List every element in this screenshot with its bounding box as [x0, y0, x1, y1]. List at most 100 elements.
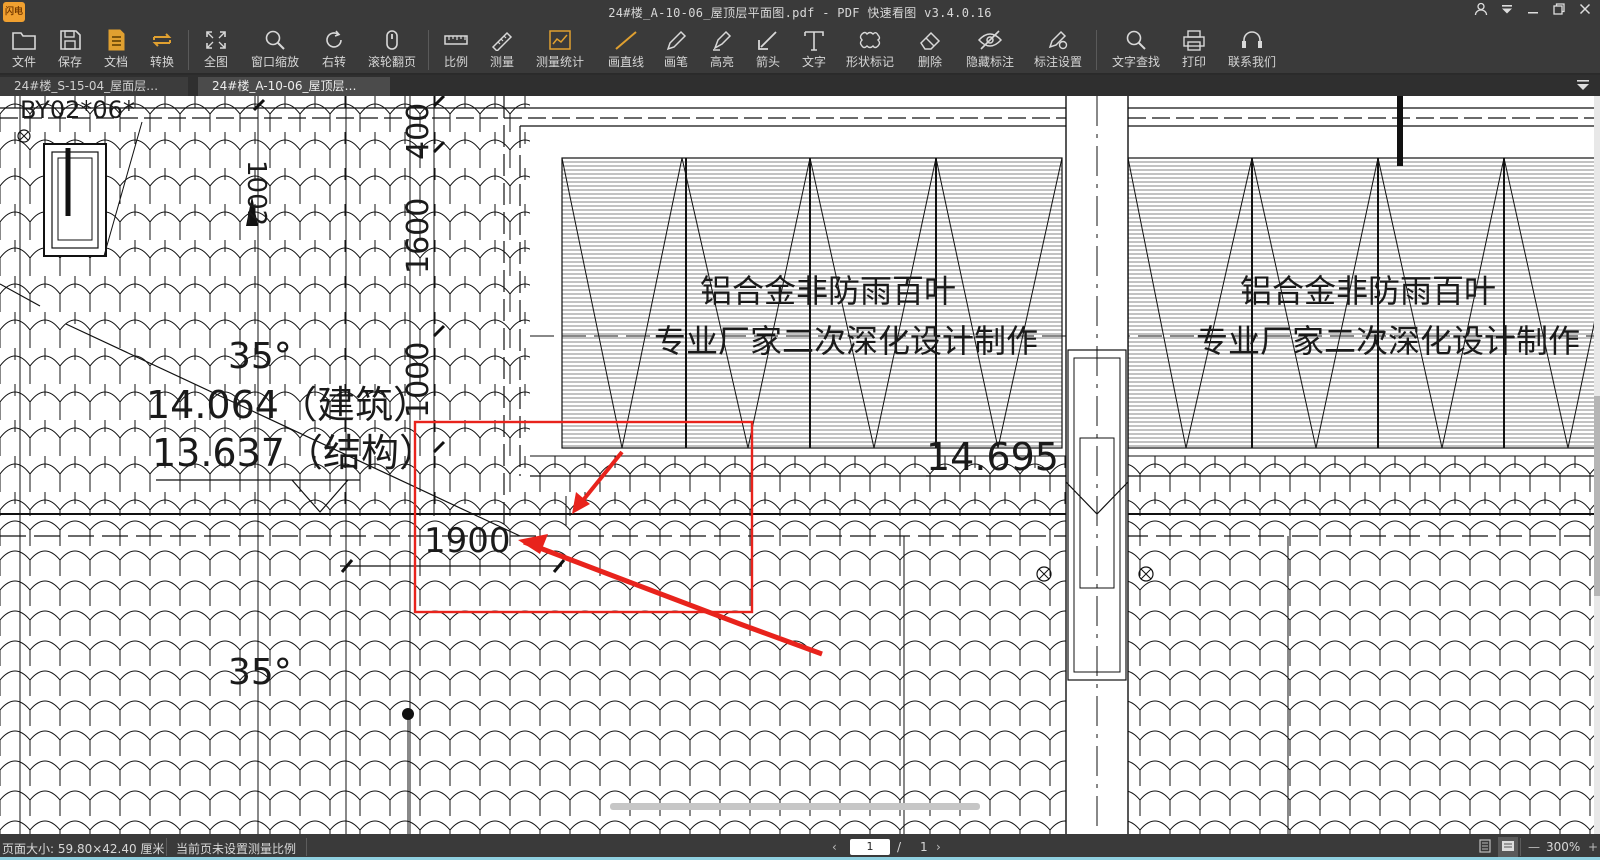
wheel-page-button[interactable]: 滚轮翻页	[364, 27, 420, 73]
file-button[interactable]: 文件	[6, 27, 42, 73]
page-separator: /	[897, 840, 902, 854]
tab-label: 24#楼_S-15-04_屋面层…	[14, 79, 159, 93]
dim-1000: 1000	[401, 342, 436, 418]
contact-us-button[interactable]: 联系我们	[1224, 27, 1280, 73]
zoom-window-label: 窗口缩放	[250, 55, 299, 69]
window-title: 24#楼_A-10-06_屋顶层平面图.pdf - PDF 快速看图 v3.4.…	[608, 6, 992, 20]
minimize-icon[interactable]	[1522, 2, 1544, 22]
dim-1600: 1600	[401, 198, 436, 274]
tab-label: 24#楼_A-10-06_屋顶层…	[212, 79, 357, 93]
file-label: 文件	[11, 55, 36, 69]
save-label: 保存	[57, 55, 82, 69]
tab-structural-roof[interactable]: 24#楼_S-15-04_屋面层…	[0, 77, 188, 96]
convert-button[interactable]: 转换	[144, 27, 180, 73]
highlight-button[interactable]: 高亮	[704, 27, 740, 73]
rotate-right-button[interactable]: 右转	[316, 27, 352, 73]
menu-dropdown-icon[interactable]	[1496, 2, 1518, 22]
line-icon	[615, 31, 637, 50]
tab-architectural-roof[interactable]: 24#楼_A-10-06_屋顶层…	[198, 77, 390, 96]
next-page-icon[interactable]: ›	[936, 840, 941, 854]
arrow-icon	[758, 31, 777, 50]
print-label: 打印	[1181, 55, 1206, 69]
arrow-button[interactable]: 箭头	[750, 27, 786, 73]
search-icon	[1126, 30, 1146, 50]
title-bar: 闪电 24#楼_A-10-06_屋顶层平面图.pdf - PDF 快速看图 v3…	[0, 0, 1600, 24]
measure-stats-label: 测量统计	[535, 55, 584, 69]
toolbar-divider	[188, 30, 189, 70]
printer-icon	[1183, 30, 1205, 51]
save-button[interactable]: 保存	[52, 27, 88, 73]
app-window: 闪电 24#楼_A-10-06_屋顶层平面图.pdf - PDF 快速看图 v3…	[0, 0, 1600, 860]
elevation-architecture: 14.064（建筑）	[146, 383, 431, 427]
zoom-out-button[interactable]: —	[1528, 840, 1540, 854]
draw-line-button[interactable]: 画直线	[604, 27, 648, 73]
fit-all-label: 全图	[203, 55, 228, 69]
annotation-settings-button[interactable]: 标注设置	[1030, 27, 1086, 73]
contact-us-label: 联系我们	[1227, 55, 1276, 69]
prev-page-icon[interactable]: ‹	[832, 840, 837, 854]
eraser-icon	[920, 31, 941, 50]
main-toolbar: 文件 保存 文档 转换 全图 窗口缩放 右转 滚轮翻页 比例 测量 测量统计 画…	[0, 24, 1600, 74]
text-icon	[804, 31, 824, 51]
zoom-level: 300%	[1546, 840, 1581, 854]
scale-status-text[interactable]: 当前页未设置测量比例	[176, 840, 296, 857]
elevation-structure: 13.637（结构）	[152, 431, 437, 475]
wheel-page-label: 滚轮翻页	[367, 55, 416, 69]
cad-drawing: BY02*06* 35° 14.064（建筑） 13.637（结构） 14.69…	[0, 96, 1600, 834]
ruler-icon	[444, 35, 468, 45]
mouse-wheel-icon	[386, 30, 398, 50]
pen-button[interactable]: 画笔	[658, 27, 694, 73]
pen-icon	[666, 30, 687, 51]
find-text-button[interactable]: 文字查找	[1108, 27, 1164, 73]
angle-label-lower: 35°	[228, 652, 292, 693]
shape-mark-button[interactable]: 形状标记	[842, 27, 898, 73]
louver-note-right-1: 铝合金非防雨百叶	[1240, 272, 1496, 310]
zoom-in-button[interactable]: +	[1588, 840, 1598, 854]
delete-button[interactable]: 删除	[912, 27, 948, 73]
document-button[interactable]: 文档	[98, 27, 134, 73]
single-page-view-icon[interactable]	[1478, 839, 1492, 856]
convert-icon	[152, 33, 172, 47]
eye-hide-icon	[977, 30, 1003, 50]
current-page-input[interactable]: 1	[850, 839, 890, 855]
dim-1002: 1002	[241, 160, 271, 226]
angle-label-upper: 35°	[228, 336, 292, 377]
fit-all-button[interactable]: 全图	[198, 27, 234, 73]
user-icon[interactable]	[1470, 2, 1492, 22]
text-button[interactable]: 文字	[796, 27, 832, 73]
measure-label: 测量	[489, 55, 514, 69]
tab-list-dropdown-icon[interactable]	[1576, 79, 1590, 94]
continuous-view-icon[interactable]	[1498, 837, 1518, 858]
scale-button[interactable]: 比例	[438, 27, 474, 73]
roof-tiles-upper-strip	[530, 456, 1600, 516]
cloud-shape-icon	[859, 31, 881, 49]
toolbar-divider	[1096, 30, 1097, 70]
document-label: 文档	[103, 55, 128, 69]
save-icon	[60, 30, 81, 50]
measure-icon	[491, 31, 513, 51]
highlighter-icon	[713, 30, 732, 51]
hide-annotation-button[interactable]: 隐藏标注	[962, 27, 1018, 73]
fit-all-icon	[206, 31, 226, 49]
louver-note-left-1: 铝合金非防雨百叶	[700, 272, 956, 310]
drawing-canvas[interactable]: BY02*06* 35° 14.064（建筑） 13.637（结构） 14.69…	[0, 96, 1600, 834]
headset-icon	[1242, 31, 1262, 48]
annotation-settings-icon	[1048, 30, 1068, 50]
shape-mark-label: 形状标记	[845, 55, 894, 69]
page-size-text: 页面大小: 59.80×42.40 厘米	[2, 842, 165, 856]
document-tab-bar: 24#楼_S-15-04_屋面层… ✕ 24#楼_A-10-06_屋顶层… ✕	[0, 75, 1600, 167]
measure-stats-button[interactable]: 测量统计	[532, 27, 588, 73]
print-button[interactable]: 打印	[1176, 27, 1212, 73]
vertical-scroll-thumb[interactable]	[1594, 396, 1600, 596]
find-text-label: 文字查找	[1111, 55, 1160, 69]
measure-button[interactable]: 测量	[484, 27, 520, 73]
horizontal-scroll-thumb[interactable]	[610, 803, 980, 810]
status-divider	[166, 838, 167, 856]
dim-1900: 1900	[424, 521, 511, 561]
highlight-label: 高亮	[709, 55, 734, 69]
pen-label: 画笔	[663, 55, 688, 69]
zoom-window-button[interactable]: 窗口缩放	[250, 27, 300, 73]
close-window-icon[interactable]	[1574, 2, 1596, 22]
restore-icon[interactable]	[1548, 2, 1570, 22]
document-icon	[108, 29, 125, 51]
